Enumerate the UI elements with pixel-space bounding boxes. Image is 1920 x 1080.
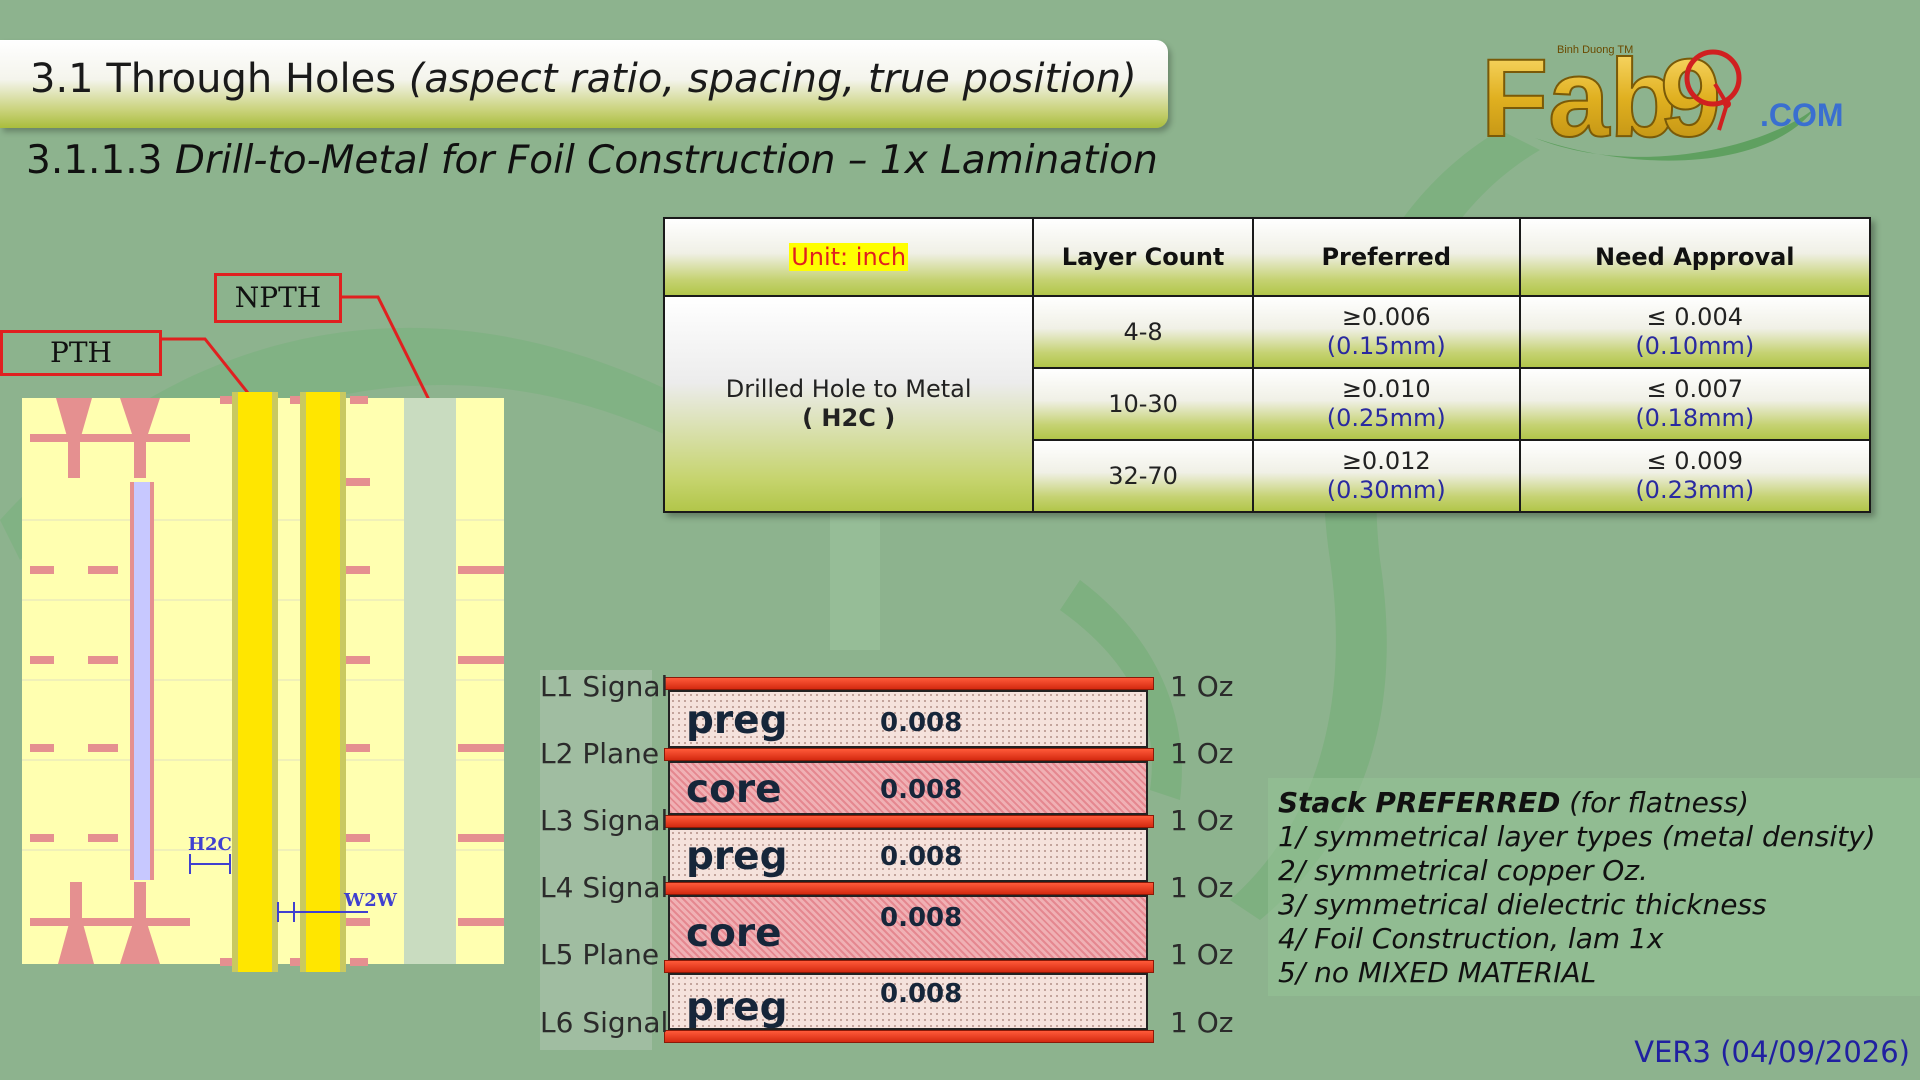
copper-weight: 1 Oz — [1170, 1006, 1234, 1039]
copper-layer — [664, 677, 1154, 690]
dielectric-layer: preg 0.008 — [668, 690, 1148, 748]
note-item: 5/ no MIXED MATERIAL — [1278, 956, 1597, 989]
note-item: 2/ symmetrical copper Oz. — [1278, 854, 1648, 887]
version-label: VER3 (04/09/2026) — [1634, 1035, 1910, 1069]
title-main: 3.1 Through Holes — [30, 56, 397, 102]
table-header-row: Unit: inch Layer Count Preferred Need Ap… — [662, 217, 1872, 297]
dielectric-layer: core 0.008 — [668, 761, 1148, 815]
layer-name: L4 Signal — [540, 871, 669, 904]
notes-box: Stack PREFERRED (for flatness) 1/ symmet… — [1268, 778, 1920, 996]
param-cell: Drilled Hole to Metal ( H2C ) — [662, 295, 1035, 513]
dielectric-layer: preg 0.008 — [668, 973, 1148, 1030]
layer-name: L2 Plane — [540, 737, 660, 770]
header-layer-count: Layer Count — [1032, 217, 1254, 297]
copper-weight: 1 Oz — [1170, 737, 1234, 770]
title-paren: (aspect ratio, spacing, true position) — [408, 56, 1137, 102]
layer-count-cell: 32-70 — [1032, 439, 1254, 513]
notes-title: Stack PREFERRED (for flatness) — [1278, 786, 1749, 819]
copper-layer — [664, 882, 1154, 895]
copper-weight: 1 Oz — [1170, 938, 1234, 971]
note-item: 3/ symmetrical dielectric thickness — [1278, 888, 1767, 921]
copper-weight: 1 Oz — [1170, 670, 1234, 703]
preferred-cell: ≥0.006 (0.15mm) — [1251, 295, 1521, 369]
subtitle-text: Drill-to-Metal for Foil Construction – 1… — [174, 138, 1158, 183]
note-item: 1/ symmetrical layer types (metal densit… — [1278, 820, 1876, 853]
h2c-label: H2C — [188, 834, 232, 855]
approval-cell: ≤ 0.007 (0.18mm) — [1518, 367, 1872, 441]
copper-layer — [664, 1030, 1154, 1043]
copper-weight: 1 Oz — [1170, 871, 1234, 904]
dielectric-layer: core 0.008 — [668, 895, 1148, 960]
svg-text:.COM: .COM — [1760, 97, 1844, 133]
param-name: Drilled Hole to Metal — [725, 375, 972, 403]
preferred-cell: ≥0.012 (0.30mm) — [1251, 439, 1521, 513]
param-code: ( H2C ) — [802, 404, 896, 432]
dielectric-layer: preg 0.008 — [668, 828, 1148, 882]
table-row: Drilled Hole to Metal ( H2C ) 4-8 ≥0.006… — [662, 295, 1872, 513]
layer-name: L5 Plane — [540, 938, 660, 971]
layer-name: L3 Signal — [540, 804, 669, 837]
note-item: 4/ Foil Construction, lam 1x — [1278, 922, 1664, 955]
w2w-label: W2W — [343, 890, 398, 911]
approval-cell: ≤ 0.009 (0.23mm) — [1518, 439, 1872, 513]
fab9-logo: Fab 9 Binh Duong TM .COM — [1480, 36, 1844, 161]
unit-header: Unit: inch — [662, 217, 1035, 297]
svg-text:Binh Duong TM: Binh Duong TM — [1557, 44, 1633, 56]
subtitle-number: 3.1.1.3 — [26, 138, 163, 183]
layer-name: L6 Signal — [540, 1006, 669, 1039]
layer-count-cell: 4-8 — [1032, 295, 1254, 369]
copper-weight: 1 Oz — [1170, 804, 1234, 837]
copper-layer — [664, 960, 1154, 973]
preferred-cell: ≥0.010 (0.25mm) — [1251, 367, 1521, 441]
slide-subtitle: 3.1.1.3 Drill-to-Metal for Foil Construc… — [26, 138, 1158, 183]
stackup-diagram: preg 0.008 core 0.008 preg 0.008 core 0.… — [540, 670, 1240, 1050]
spec-table: Unit: inch Layer Count Preferred Need Ap… — [662, 217, 1872, 513]
header-need-approval: Need Approval — [1518, 217, 1872, 297]
header-preferred: Preferred — [1251, 217, 1521, 297]
svg-text:9: 9 — [1660, 37, 1721, 160]
copper-layer — [664, 815, 1154, 828]
copper-layer — [664, 748, 1154, 761]
approval-cell: ≤ 0.004 (0.10mm) — [1518, 295, 1872, 369]
pcb-cross-section: H2C W2W — [22, 295, 504, 972]
layer-name: L1 Signal — [540, 670, 669, 703]
layer-count-cell: 10-30 — [1032, 367, 1254, 441]
slide-title: 3.1 Through Holes (aspect ratio, spacing… — [30, 56, 1137, 102]
